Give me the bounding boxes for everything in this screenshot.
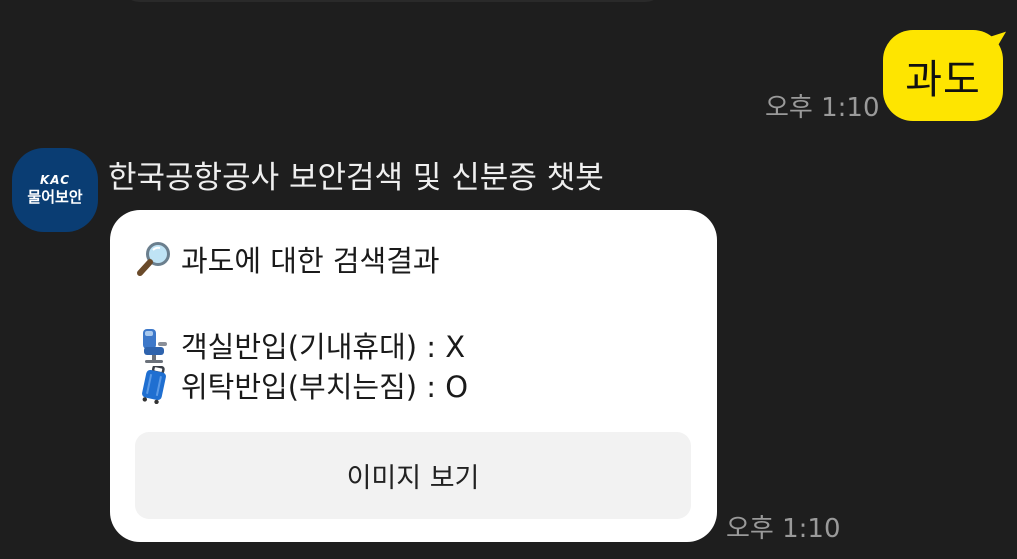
avatar-brand: KAC	[39, 173, 71, 187]
cabin-carry-line: 객실반입(기내휴대) : X	[135, 324, 465, 366]
sender-name: 한국공항공사 보안검색 및 신분증 챗봇	[108, 160, 604, 196]
suitcase-icon	[135, 364, 173, 405]
magnifier-icon	[135, 240, 173, 278]
bubble-tail	[988, 31, 1012, 53]
view-image-button[interactable]: 이미지 보기	[135, 432, 691, 519]
outgoing-message-bubble[interactable]: 과도	[883, 30, 1012, 121]
chatbot-avatar[interactable]: KAC 물어보안	[12, 148, 98, 232]
seat-icon	[135, 326, 173, 364]
previous-message-bubble[interactable]	[120, 0, 665, 2]
cabin-carry-text: 객실반입(기내휴대) : X	[181, 330, 466, 364]
chat-screen: 과도 오후 1:10 KAC 물어보안 한국공항공사 보안검색 및 신분증 챗봇…	[0, 0, 1017, 559]
checked-baggage-text: 위탁반입(부치는짐) : O	[181, 370, 469, 404]
result-title-line: 과도에 대한 검색결과	[135, 238, 440, 280]
incoming-message-card[interactable]: 과도에 대한 검색결과 객실반입(기내휴대) : X 위탁반입(부치는짐): …	[110, 210, 717, 542]
outgoing-message-time: 오후 1:10	[765, 93, 880, 123]
incoming-message-time: 오후 1:10	[726, 514, 841, 544]
checked-baggage-line: 위탁반입(부치는짐) : O	[135, 364, 468, 406]
result-title-text: 과도에 대한 검색결과	[181, 244, 440, 278]
outgoing-message-text: 과도	[905, 56, 981, 103]
avatar-label: 물어보안	[27, 188, 83, 206]
